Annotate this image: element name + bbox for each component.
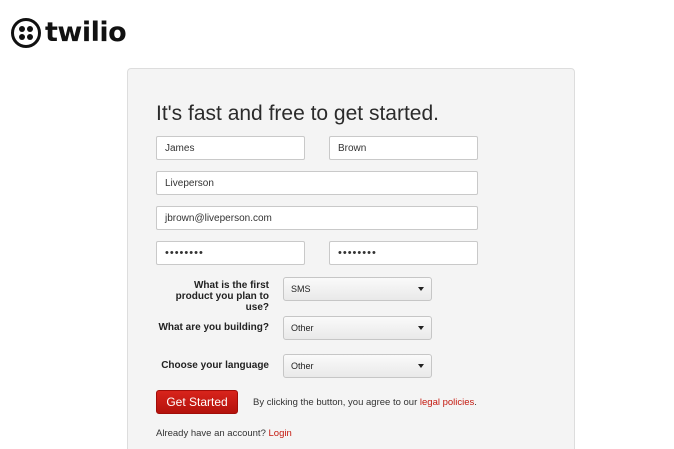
language-select-value: Other	[291, 361, 314, 371]
password-confirm-field[interactable]: ••••••••	[329, 241, 478, 265]
product-select-value: SMS	[291, 284, 311, 294]
chevron-down-icon	[418, 287, 424, 291]
last-name-field[interactable]: Brown	[329, 136, 478, 160]
page-title: It's fast and free to get started.	[156, 102, 439, 125]
account-notice: Already have an account? Login	[156, 428, 292, 439]
twilio-logo-icon	[11, 18, 41, 48]
first-name-field[interactable]: James	[156, 136, 305, 160]
email-field[interactable]: jbrown@liveperson.com	[156, 206, 478, 230]
get-started-button[interactable]: Get Started	[156, 390, 238, 414]
language-select[interactable]: Other	[283, 354, 432, 378]
terms-text: By clicking the button, you agree to our	[253, 397, 418, 408]
terms-notice: By clicking the button, you agree to our…	[253, 397, 477, 408]
password-field[interactable]: ••••••••	[156, 241, 305, 265]
chevron-down-icon	[418, 326, 424, 330]
twilio-logo[interactable]: twilio	[11, 17, 127, 49]
product-question-label: What is the first product you plan to us…	[175, 280, 269, 313]
logo-text: twilio	[45, 17, 127, 48]
building-select[interactable]: Other	[283, 316, 432, 340]
language-question-label: Choose your language	[161, 360, 269, 371]
product-select[interactable]: SMS	[283, 277, 432, 301]
chevron-down-icon	[418, 364, 424, 368]
account-text: Already have an account?	[156, 428, 266, 439]
terms-suffix: .	[474, 397, 477, 408]
building-question-label: What are you building?	[158, 322, 269, 333]
company-field[interactable]: Liveperson	[156, 171, 478, 195]
legal-policies-link[interactable]: legal policies	[420, 397, 474, 408]
login-link[interactable]: Login	[269, 428, 292, 439]
building-select-value: Other	[291, 323, 314, 333]
